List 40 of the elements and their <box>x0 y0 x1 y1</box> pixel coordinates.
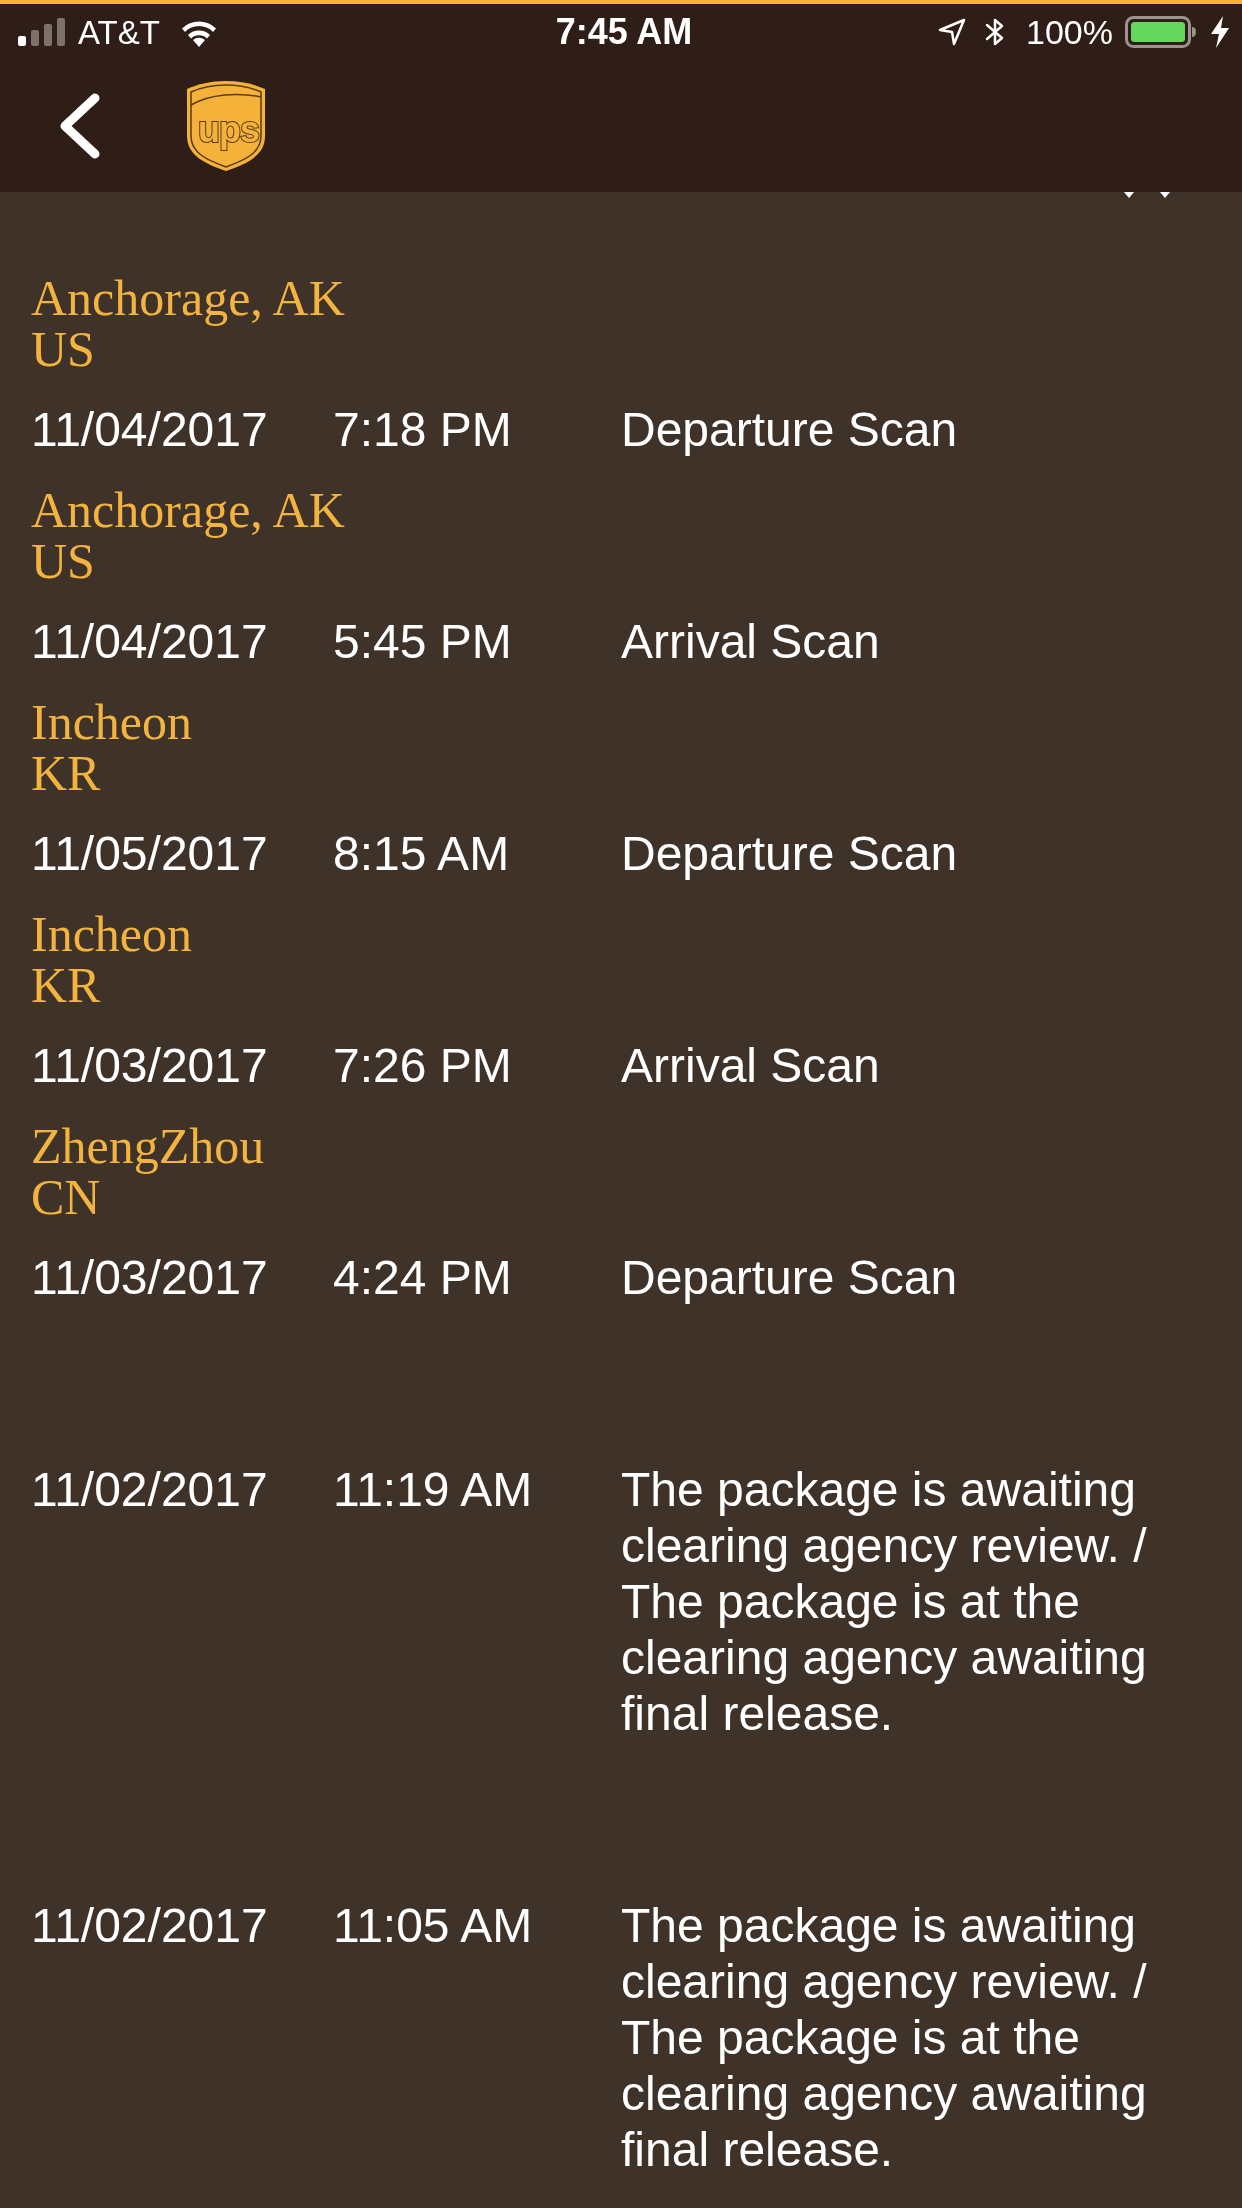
scan-date: 11/02/2017 <box>31 1898 268 1954</box>
scan-time: 11:19 AM <box>333 1462 533 1518</box>
scan-time: 7:26 PM <box>333 1038 512 1094</box>
country-code: KR <box>31 748 101 799</box>
city-name: Anchorage, AK <box>31 273 345 324</box>
scan-date: 11/04/2017 <box>31 614 268 670</box>
city-name: Incheon <box>31 697 193 748</box>
scan-date: 11/05/2017 <box>31 826 268 882</box>
scan-description: Arrival Scan <box>621 1038 880 1094</box>
scan-date: 11/03/2017 <box>31 1250 268 1306</box>
battery-percentage: 100% <box>1026 15 1113 49</box>
scan-time: 7:18 PM <box>333 402 512 458</box>
country-code: KR <box>31 960 101 1011</box>
scan-description: Departure Scan <box>621 402 958 458</box>
scan-date: 11/03/2017 <box>31 1038 268 1094</box>
scan-time: 8:15 AM <box>333 826 510 882</box>
city-name: Anchorage, AK <box>31 485 345 536</box>
country-code: US <box>31 324 95 375</box>
scan-time: 5:45 PM <box>333 614 512 670</box>
scan-description: Departure Scan <box>621 1250 958 1306</box>
shield-logo-icon <box>186 80 266 172</box>
scan-date: 11/02/2017 <box>31 1462 268 1518</box>
charging-bolt-icon <box>1210 16 1230 48</box>
city-name: Incheon <box>31 909 193 960</box>
scan-time: 4:24 PM <box>333 1250 512 1306</box>
scan-description: Departure Scan <box>621 826 958 882</box>
scan-description: Arrival Scan <box>621 614 880 670</box>
scan-description: The package is awaiting clearing agency review. / The package is at the clearing agency awaiting final release. <box>621 1898 1148 2178</box>
logo-text: ups <box>198 110 259 150</box>
location-arrow-icon <box>938 18 967 46</box>
country-code: CN <box>31 1172 101 1223</box>
country-code: US <box>31 536 95 587</box>
city-name: ZhengZhou <box>31 1121 265 1172</box>
status-time: 7:45 AM <box>555 14 693 50</box>
scan-description: The package is awaiting clearing agency review. / The package is at the clearing agency awaiting final release. <box>621 1462 1148 1742</box>
signal-icon <box>18 18 66 46</box>
battery-icon <box>1125 16 1197 48</box>
scan-date: 11/04/2017 <box>31 402 268 458</box>
scan-time: 11:05 AM <box>333 1898 533 1954</box>
carrier-name: AT&T <box>78 15 160 49</box>
